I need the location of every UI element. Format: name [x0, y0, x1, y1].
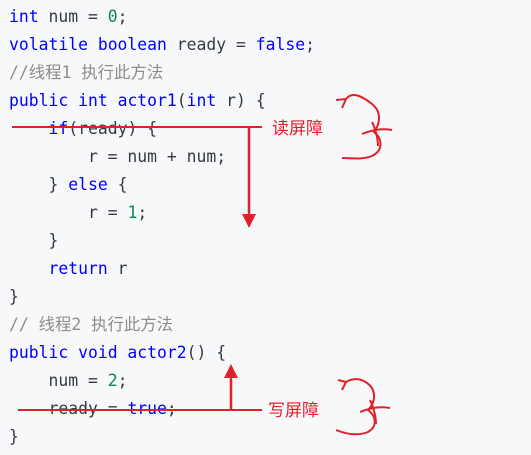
write-barrier-brace [335, 378, 376, 436]
down-arrow-icon [242, 214, 256, 228]
read-barrier-label: 读屏障 [272, 119, 323, 139]
write-barrier-label: 写屏障 [268, 401, 319, 421]
annotation-overlay [12, 93, 393, 436]
up-arrow-icon [224, 364, 238, 378]
write-barrier-brace-tip [337, 379, 348, 391]
write-barrier-cross [359, 399, 391, 425]
read-barrier-brace-tip [335, 97, 348, 109]
